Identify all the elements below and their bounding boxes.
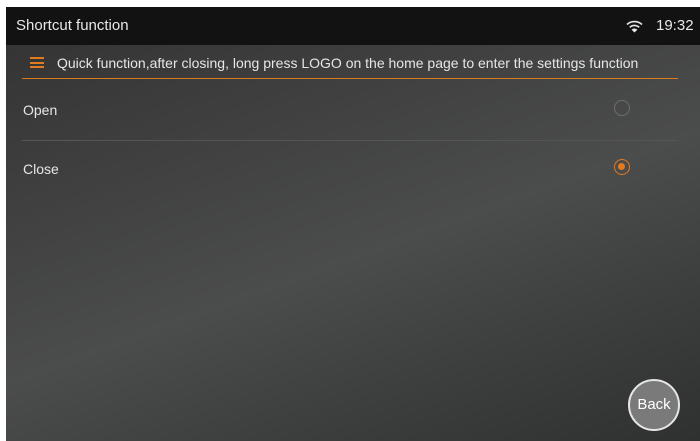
status-bar: Shortcut function 19:32 bbox=[6, 7, 700, 45]
option-close[interactable]: Close bbox=[6, 141, 700, 199]
accent-divider bbox=[22, 78, 678, 79]
clock-time: 19:32 bbox=[656, 17, 694, 34]
option-label-open: Open bbox=[23, 102, 58, 118]
menu-icon bbox=[30, 57, 44, 68]
option-open[interactable]: Open bbox=[6, 82, 700, 140]
radio-open[interactable] bbox=[614, 100, 630, 116]
info-bar: Quick function,after closing, long press… bbox=[6, 45, 700, 81]
page-title: Shortcut function bbox=[16, 17, 129, 34]
radio-close[interactable] bbox=[614, 159, 630, 175]
option-label-close: Close bbox=[23, 161, 59, 177]
app-screen: Shortcut function 19:32 Quick function,a… bbox=[6, 7, 700, 441]
radio-selected-dot bbox=[618, 163, 625, 170]
info-text: Quick function,after closing, long press… bbox=[57, 55, 639, 71]
back-button[interactable]: Back bbox=[628, 379, 680, 431]
wifi-icon bbox=[626, 20, 643, 33]
